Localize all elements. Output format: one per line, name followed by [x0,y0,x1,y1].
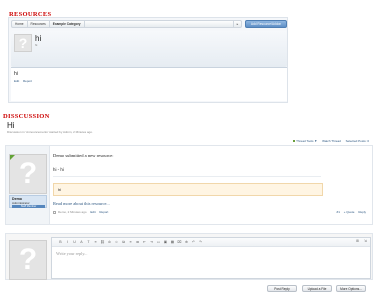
select-post-checkbox[interactable] [53,210,56,214]
reply-link[interactable]: Reply [358,210,366,214]
post-actions-right: #1 + Quote Reply [334,210,366,214]
unlink-icon[interactable]: ⊘ [106,240,113,244]
post-text: hi - hi [53,167,64,172]
link-icon[interactable]: ⛓ [99,240,106,244]
smilie-icon[interactable]: ☺ [113,240,120,244]
watch-thread-link[interactable]: Watch Thread [322,139,341,143]
breadcrumb: Home Resources Example Category ▸ [11,20,242,28]
indent-icon[interactable]: ⇥ [148,240,155,244]
font-family-icon[interactable]: ≡ [92,240,99,244]
add-resource-button[interactable]: Add Resource/Addon [245,20,287,28]
upload-file-button[interactable]: Upload a File [302,285,332,292]
quote-link[interactable]: + Quote [344,210,355,214]
selected-posts-link[interactable]: Selected Posts: 0 [346,139,369,143]
font-color-icon[interactable]: A [78,240,85,244]
resource-header: ? hi hi Overview [11,31,287,80]
avatar[interactable]: ? [9,154,47,194]
resource-actions: Edit Report [14,79,35,83]
align-icon[interactable]: ⧉ [120,240,127,244]
breadcrumb-home[interactable]: Home [12,21,28,27]
redo-icon[interactable]: ↷ [197,240,204,244]
editor-toolbar-right: ⊞ ⇲ [352,239,367,243]
read-more-link[interactable]: Read more about this resource... [53,201,110,206]
resource-title: hi [35,34,42,43]
post-quote-text: hi [58,187,62,192]
underline-icon[interactable]: U [71,240,78,244]
table-icon[interactable]: ▦ [169,240,176,244]
more-options-button[interactable]: More Options... [336,285,366,292]
thread-tools-menu[interactable]: Thread Tools ▼ [293,139,317,143]
thread-meta: Discussion in 'Announcements' started by… [7,130,93,134]
breadcrumb-menu-icon[interactable]: ▸ [233,21,241,27]
post-number-link[interactable]: #1 [337,210,340,214]
thread-title: Hi [7,121,15,130]
post-reply-button[interactable]: Post Reply [267,285,297,292]
resource-body: hi Edit Report [11,67,287,101]
resource-edit-link[interactable]: Edit [14,79,19,83]
post: ? Demo Administrator Staff Member Demo s… [5,145,373,225]
post-user-column: ? Demo Administrator Staff Member [6,146,50,224]
reply-editor[interactable]: B I U A T ≡ ⛓ ⊘ ☺ ⧉ ≡ ≔ ⇤ ⇥ ▭ ▣ ▦ ⌧ ⊕ ↶ … [51,237,371,279]
resource-description: hi [14,71,18,77]
code-icon[interactable]: ⌧ [176,240,183,244]
section-title-discussion: DISSCUSSION [3,113,50,120]
post-quote: hi [53,183,323,196]
post-time: Demo, 2 Minutes ago [58,210,87,214]
flag-icon [293,140,296,142]
online-indicator-icon [10,155,15,160]
breadcrumb-category[interactable]: Example Category [50,21,85,27]
staff-badge: Staff Member [12,204,45,208]
undo-icon[interactable]: ↶ [190,240,197,244]
quick-reply: ? B I U A T ≡ ⛓ ⊘ ☺ ⧉ ≡ ≔ ⇤ ⇥ ▭ ▣ ▦ ⌧ ⊕ … [5,233,373,280]
image-icon[interactable]: ▭ [155,240,162,244]
post-report-link[interactable]: Report [99,210,108,214]
resource-icon: ? [14,34,32,52]
resize-icon[interactable]: ⇲ [364,239,367,243]
toggle-bbcode-icon[interactable]: ⊞ [356,239,359,243]
outdent-icon[interactable]: ⇤ [141,240,148,244]
resource-panel: Home Resources Example Category ▸ Add Re… [8,17,288,103]
resource-report-link[interactable]: Report [23,79,32,83]
divider [53,176,321,177]
reply-input[interactable]: Write your reply... [56,251,87,256]
breadcrumb-resources[interactable]: Resources [28,21,50,27]
resource-tagline: hi [35,43,38,47]
editor-toolbar: B I U A T ≡ ⛓ ⊘ ☺ ⧉ ≡ ≔ ⇤ ⇥ ▭ ▣ ▦ ⌧ ⊕ ↶ … [52,238,370,247]
number-list-icon[interactable]: ≔ [134,240,141,244]
bold-icon[interactable]: B [57,240,64,244]
insert-icon[interactable]: ⊕ [183,240,190,244]
bullet-list-icon[interactable]: ≡ [127,240,134,244]
thread-tools: Thread Tools ▼ Watch Thread Selected Pos… [289,139,369,143]
italic-icon[interactable]: I [64,240,71,244]
media-icon[interactable]: ▣ [162,240,169,244]
post-footer: Demo, 2 Minutes ago Edit Report [53,210,108,214]
user-info: Demo Administrator Staff Member [9,195,47,208]
post-edit-link[interactable]: Edit [90,210,95,214]
avatar: ? [9,240,47,280]
font-size-icon[interactable]: T [85,240,92,244]
post-header: Demo submitted a new resource: [53,153,114,158]
